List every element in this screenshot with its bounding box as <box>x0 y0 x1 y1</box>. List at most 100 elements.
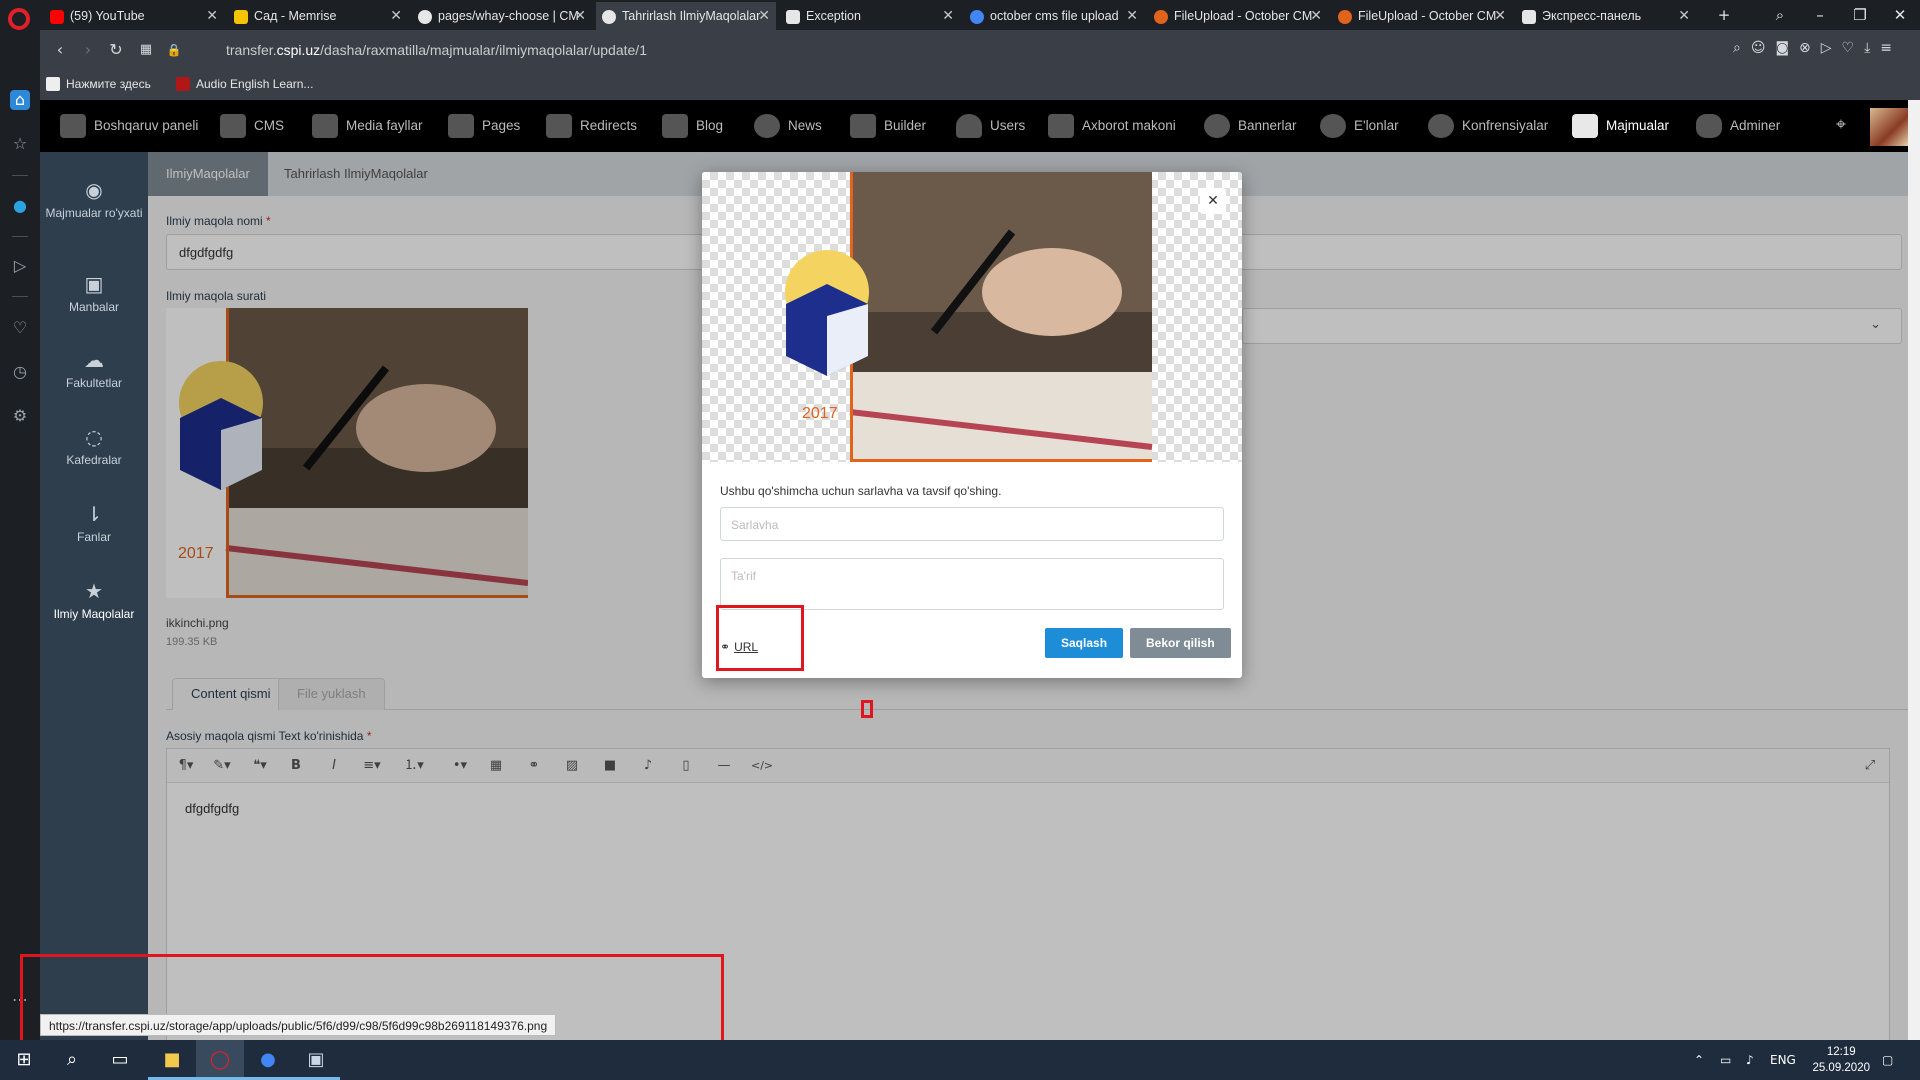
list-icon <box>1048 114 1074 138</box>
search-tabs-icon[interactable]: ⌕ <box>1760 0 1800 30</box>
browser-tab[interactable]: october cms file upload ✕ <box>964 2 1144 30</box>
browser-tab-active[interactable]: Tahrirlash IlmiyMaqolalar ✕ <box>596 2 776 30</box>
close-icon[interactable]: ✕ <box>1494 2 1506 30</box>
opera-icon: ◯ <box>209 1049 231 1070</box>
briefcase-icon: ▣ <box>84 272 104 296</box>
nav-cms[interactable]: CMS <box>220 100 284 152</box>
search-icon[interactable]: ⌕ <box>60 1048 84 1072</box>
cancel-button[interactable]: Bekor qilish <box>1130 628 1231 658</box>
windows-taskbar: ⊞ ⌕ ▭ ■ ◯ ● ▣ ⌃ ▭ ♪ ENG 12:19 25.09.2020… <box>0 1040 1920 1080</box>
close-icon[interactable]: ✕ <box>1126 2 1138 30</box>
browser-tab[interactable]: Exception ✕ <box>780 2 960 30</box>
windows-start-icon[interactable]: ⊞ <box>12 1048 36 1072</box>
opera-logo-icon[interactable] <box>8 8 30 30</box>
nav-redirects[interactable]: Redirects <box>546 100 637 152</box>
address-bar-tools-icon[interactable]: ⌕☺◙⊗▷♡⤓≡ <box>1733 40 1902 56</box>
browser-tab[interactable]: FileUpload - October CM ✕ <box>1332 2 1512 30</box>
browser-tab[interactable]: (59) YouTube ✕ <box>44 2 224 30</box>
folder-icon: ■ <box>163 1049 181 1070</box>
description-textarea[interactable]: Ta'rif <box>720 558 1224 610</box>
nav-users[interactable]: Users <box>956 100 1025 152</box>
close-icon[interactable]: ✕ <box>758 2 770 30</box>
browser-tab[interactable]: FileUpload - October CM ✕ <box>1148 2 1328 30</box>
nav-news[interactable]: News <box>754 100 822 152</box>
media-icon <box>312 114 338 138</box>
close-button[interactable]: ✕ <box>1200 188 1226 214</box>
minimize-icon[interactable]: – <box>1800 0 1840 30</box>
browser-tab[interactable]: pages/whay-choose | CM ✕ <box>412 2 592 30</box>
cms-top-nav: Boshqaruv paneli CMS Media fayllar Pages… <box>40 100 1908 152</box>
volume-icon[interactable]: ♪ <box>1746 1040 1754 1080</box>
nav-blog[interactable]: Blog <box>662 100 723 152</box>
close-icon[interactable]: ✕ <box>574 2 586 30</box>
svg-text:2017: 2017 <box>802 405 838 422</box>
nav-bannerlar[interactable]: Bannerlar <box>1204 100 1297 152</box>
browser-tab[interactable]: Экспресс-панель ✕ <box>1516 2 1696 30</box>
new-tab-icon[interactable]: + <box>1704 0 1744 30</box>
bookmark-item[interactable]: Нажмите здесь <box>46 77 151 91</box>
taskbar-opera[interactable]: ◯ <box>196 1040 244 1080</box>
url-field[interactable]: transfer.cspi.uz/dasha/raxmatilla/majmua… <box>226 42 647 58</box>
sidebar-item-manbalar[interactable]: ▣ Manbalar <box>40 274 148 314</box>
tabs-grid-icon[interactable]: ▦ <box>136 40 156 60</box>
crosshair-icon[interactable]: ⌖ <box>1836 114 1846 135</box>
taskbar-chrome[interactable]: ● <box>244 1040 292 1080</box>
reload-icon[interactable]: ↻ <box>106 40 126 60</box>
document-icon <box>1572 114 1598 138</box>
nav-builder[interactable]: Builder <box>850 100 926 152</box>
close-icon[interactable]: ✕ <box>942 2 954 30</box>
nav-adminer[interactable]: Adminer <box>1696 100 1780 152</box>
october-cms-icon <box>1154 10 1168 24</box>
browser-tab[interactable]: Сад - Memrise ✕ <box>228 2 408 30</box>
cms-side-menu: ◉ Majmualar ro'yxati ▣ Manbalar ☁ Fakult… <box>40 152 148 1040</box>
taskbar-app[interactable]: ▣ <box>292 1040 340 1080</box>
nav-konfrensiyalar[interactable]: Konfrensiyalar <box>1428 100 1548 152</box>
taskbar-file-explorer[interactable]: ■ <box>148 1040 196 1080</box>
users-icon <box>956 114 982 138</box>
heart-icon[interactable]: ♡ <box>10 318 30 338</box>
sidebar-item-fanlar[interactable]: ⇂ Fanlar <box>40 504 148 544</box>
title-input[interactable]: Sarlavha <box>720 507 1224 541</box>
page-scrollbar[interactable] <box>1908 100 1920 1040</box>
restore-icon[interactable]: ❐ <box>1840 0 1880 30</box>
close-icon[interactable]: ✕ <box>1310 2 1322 30</box>
send-icon[interactable]: ▷ <box>10 256 30 276</box>
network-icon[interactable]: ▭ <box>1720 1040 1731 1080</box>
bookmark-star-icon[interactable]: ☆ <box>10 134 30 154</box>
status-bar-url: https://transfer.cspi.uz/storage/app/upl… <box>40 1014 557 1036</box>
annotation-box-url <box>716 605 804 671</box>
home-icon[interactable]: ⌂ <box>10 90 30 110</box>
close-icon[interactable]: ✕ <box>206 2 218 30</box>
nav-pages[interactable]: Pages <box>448 100 520 152</box>
bookmark-icon <box>46 77 60 91</box>
bookmark-item[interactable]: Audio English Learn... <box>176 77 313 91</box>
telegram-icon[interactable]: ● <box>10 196 30 216</box>
save-button[interactable]: Saqlash <box>1045 628 1124 658</box>
settings-gear-icon[interactable]: ⚙ <box>10 406 30 426</box>
task-view-icon[interactable]: ▭ <box>108 1048 132 1072</box>
nav-axborot[interactable]: Axborot makoni <box>1048 100 1176 152</box>
close-icon[interactable]: ✕ <box>1678 2 1690 30</box>
sidebar-item-kafedralar[interactable]: ◌ Kafedralar <box>40 427 148 467</box>
notifications-icon[interactable]: ▢ <box>1882 1040 1893 1080</box>
nav-majmualar[interactable]: Majmualar <box>1572 100 1669 152</box>
sidebar-item-ilmiy-maqolalar[interactable]: ★ Ilmiy Maqolalar <box>40 581 148 621</box>
forward-icon[interactable]: › <box>78 40 98 60</box>
tray-overflow-icon[interactable]: ⌃ <box>1694 1040 1704 1080</box>
close-window-icon[interactable]: ✕ <box>1880 0 1920 30</box>
nav-media[interactable]: Media fayllar <box>312 100 423 152</box>
google-icon <box>970 10 984 24</box>
attachment-modal: 2017 ✕ Ushbu qo'shimcha uchun sarlavha v… <box>702 172 1242 678</box>
history-clock-icon[interactable]: ◷ <box>10 362 30 382</box>
database-icon <box>1696 114 1722 138</box>
browser-tabstrip: (59) YouTube ✕ Сад - Memrise ✕ pages/wha… <box>40 0 1920 30</box>
sidebar-item-majmualar[interactable]: ◉ Majmualar ro'yxati <box>40 180 148 220</box>
back-icon[interactable]: ‹ <box>50 40 70 60</box>
system-clock[interactable]: 12:19 25.09.2020 <box>1812 1044 1870 1076</box>
sidebar-item-fakultetlar[interactable]: ☁ Fakultetlar <box>40 350 148 390</box>
close-icon[interactable]: ✕ <box>390 2 402 30</box>
nav-elonlar[interactable]: E'lonlar <box>1320 100 1399 152</box>
nav-dashboard[interactable]: Boshqaruv paneli <box>60 100 198 152</box>
avatar[interactable] <box>1870 108 1908 146</box>
language-indicator[interactable]: ENG <box>1770 1040 1796 1080</box>
